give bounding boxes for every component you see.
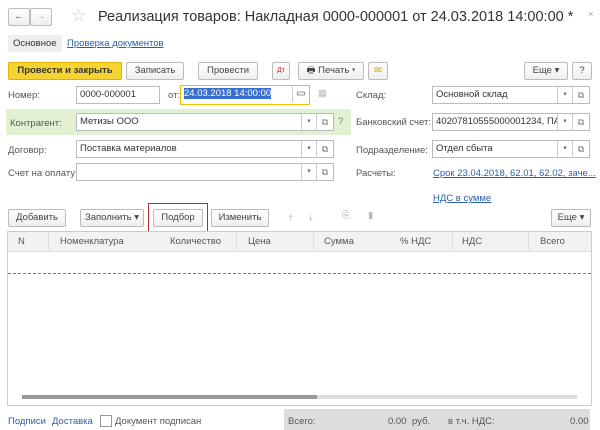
col-sep <box>528 232 529 250</box>
col-qty[interactable]: Количество <box>170 236 221 247</box>
calendar-icon[interactable]: ▭ <box>292 86 309 102</box>
invoice-label: Счет на оплату: <box>8 168 78 179</box>
close-icon[interactable]: × <box>588 9 594 20</box>
save-button[interactable]: Записать <box>126 62 184 80</box>
invoice-field[interactable]: ▾ ⧉ <box>76 163 334 181</box>
delivery-link[interactable]: Доставка <box>52 416 93 427</box>
vat-label: в т.ч. НДС: <box>448 416 495 427</box>
counterparty-label: Контрагент: <box>10 118 62 129</box>
warehouse-field[interactable]: Основной склад ▾ ⧉ <box>432 86 590 104</box>
forward-button[interactable]: → <box>30 8 52 26</box>
date-label: от: <box>168 90 181 101</box>
window-title: Реализация товаров: Накладная 0000-00000… <box>98 9 574 25</box>
col-sep <box>313 232 314 250</box>
scrollbar-thumb[interactable] <box>22 395 317 399</box>
totals-panel <box>284 409 590 430</box>
warehouse-label: Склад: <box>356 90 387 101</box>
help-button[interactable]: ? <box>572 62 592 80</box>
post-button[interactable]: Провести <box>198 62 258 80</box>
open-icon[interactable]: ⧉ <box>572 114 589 130</box>
col-sep <box>48 232 49 250</box>
col-item[interactable]: Номенклатура <box>60 236 124 247</box>
division-label: Подразделение: <box>356 145 428 156</box>
select-button[interactable]: Подбор <box>153 209 203 227</box>
print-button[interactable]: 🖶 Печать ▾ <box>298 62 364 80</box>
dropdown-icon[interactable]: ▾ <box>557 114 572 130</box>
dropdown-icon[interactable]: ▾ <box>301 141 316 157</box>
dropdown-icon[interactable]: ▾ <box>557 141 572 157</box>
move-up-icon[interactable]: 🠅 <box>288 211 293 227</box>
number-label: Номер: <box>8 90 40 101</box>
add-button[interactable]: Добавить <box>8 209 66 227</box>
move-down-icon[interactable]: 🠇 <box>308 211 313 227</box>
vat-value: 0.00 <box>570 416 589 427</box>
number-field[interactable]: 0000-000001 <box>76 86 160 104</box>
open-icon[interactable]: ⧉ <box>572 141 589 157</box>
col-sep <box>236 232 237 250</box>
change-button[interactable]: Изменить <box>211 209 269 227</box>
open-icon[interactable]: ⧉ <box>316 164 333 180</box>
col-sum[interactable]: Сумма <box>324 236 354 247</box>
warehouse-value: Основной склад <box>436 89 508 100</box>
col-price[interactable]: Цена <box>248 236 271 247</box>
table-more-label: Еще <box>557 212 577 223</box>
star-icon[interactable]: ☆ <box>71 6 86 26</box>
division-value: Отдел сбыта <box>436 143 493 154</box>
currency-label: руб. <box>412 416 431 427</box>
date-value: 24.03.2018 14:00:00 <box>184 88 272 99</box>
open-icon[interactable]: ⧉ <box>572 87 589 103</box>
col-sep <box>452 232 453 250</box>
post-and-close-button[interactable]: Провести и закрыть <box>8 62 122 80</box>
col-vat-rate[interactable]: % НДС <box>400 236 431 247</box>
bank-value: 40207810555000001234, ПАО <box>436 116 568 127</box>
dropdown-icon[interactable]: ▾ <box>301 164 316 180</box>
col-total[interactable]: Всего <box>540 236 565 247</box>
print-label: Печать <box>318 65 350 76</box>
contract-field[interactable]: Поставка материалов ▾ ⧉ <box>76 140 334 158</box>
col-n[interactable]: N <box>18 236 25 247</box>
settlements-link[interactable]: Срок 23.04.2018, 62.01, 62.02, заче... <box>433 168 596 179</box>
tab-document-check[interactable]: Проверка документов <box>67 38 164 49</box>
open-icon[interactable]: ⧉ <box>316 114 333 130</box>
signed-checkbox[interactable] <box>100 415 112 427</box>
open-icon[interactable]: ⧉ <box>316 141 333 157</box>
dt-kt-icon[interactable]: Дт <box>272 62 290 80</box>
signed-label: Документ подписан <box>115 416 202 427</box>
bank-label: Банковский счет: <box>356 117 431 128</box>
date-field[interactable]: 24.03.2018 14:00:00 ▭ <box>180 85 310 105</box>
more-label: Еще <box>532 65 552 76</box>
more-button[interactable]: Еще ▾ <box>524 62 568 80</box>
dropdown-icon[interactable]: ▾ <box>301 114 316 130</box>
bank-field[interactable]: 40207810555000001234, ПАО ▾ ⧉ <box>432 113 590 131</box>
total-label: Всего: <box>288 416 316 427</box>
printer-icon: 🖶 <box>306 65 316 76</box>
copy-icon[interactable]: ⎘ <box>342 210 350 221</box>
counterparty-field[interactable]: Метизы ООО ▾ ⧉ <box>76 113 334 131</box>
dashed-line <box>8 273 591 274</box>
fill-label: Заполнить <box>84 212 132 223</box>
contract-value: Поставка материалов <box>80 143 177 154</box>
vat-link[interactable]: НДС в сумме <box>433 193 491 204</box>
paste-icon[interactable]: ▮ <box>368 210 373 221</box>
calc-icon[interactable]: ▦ <box>318 88 327 99</box>
fill-button[interactable]: Заполнить ▾ <box>80 209 144 227</box>
help-icon[interactable]: ? <box>338 116 343 127</box>
col-vat[interactable]: НДС <box>462 236 482 247</box>
mail-icon[interactable]: ✉ <box>368 62 388 80</box>
scrollbar-track[interactable] <box>22 395 577 399</box>
table[interactable] <box>7 231 592 406</box>
total-value: 0.00 <box>388 416 407 427</box>
table-more-button[interactable]: Еще ▾ <box>551 209 591 227</box>
settlements-label: Расчеты: <box>356 168 396 179</box>
back-button[interactable]: ← <box>8 8 30 26</box>
dropdown-icon[interactable]: ▾ <box>557 87 572 103</box>
counterparty-value: Метизы ООО <box>80 116 139 127</box>
contract-label: Договор: <box>8 145 47 156</box>
tab-main[interactable]: Основное <box>8 35 62 52</box>
signatures-link[interactable]: Подписи <box>8 416 46 427</box>
division-field[interactable]: Отдел сбыта ▾ ⧉ <box>432 140 590 158</box>
